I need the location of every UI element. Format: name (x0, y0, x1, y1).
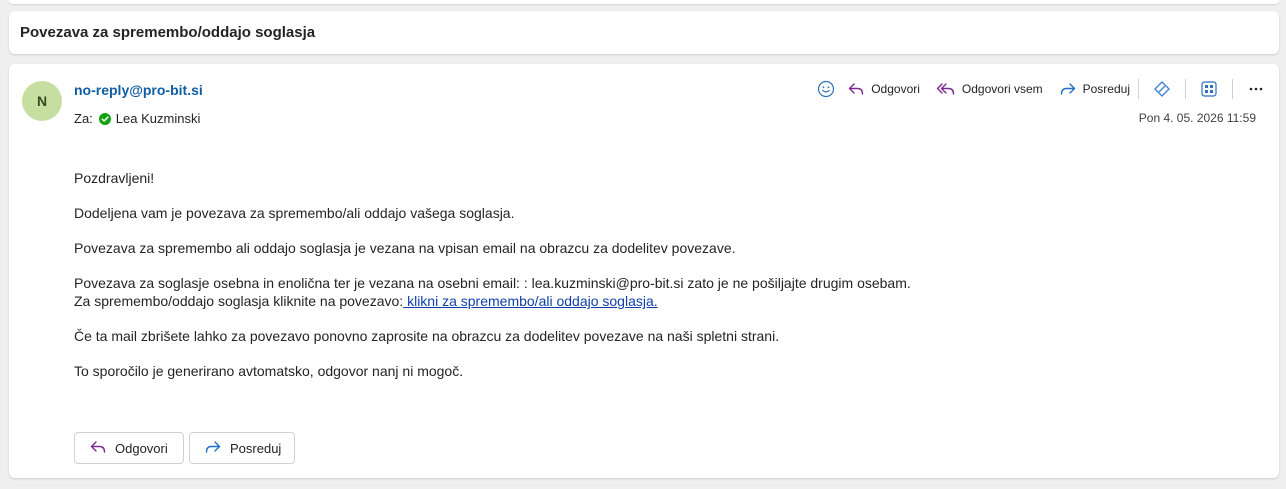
presence-available-icon (98, 112, 111, 125)
consent-link[interactable]: klikni za spremembo/ali oddajo soglasja. (403, 293, 658, 309)
bottom-reply-button[interactable]: Odgovori (74, 432, 184, 464)
body-paragraph-2: Povezava za spremembo ali oddajo soglasj… (74, 240, 736, 256)
forward-icon (204, 439, 222, 458)
more-actions-button[interactable] (1247, 80, 1265, 98)
body-paragraph-3: Povezava za soglasje osebna in enolična … (74, 274, 1224, 310)
body-paragraph-4: Če ta mail zbrišete lahko za povezavo po… (74, 328, 780, 344)
previous-message-strip (9, 0, 1279, 4)
reply-icon (89, 439, 107, 458)
emoji-reaction-button[interactable] (817, 80, 835, 98)
message-timestamp: Pon 4. 05. 2026 11:59 (1138, 111, 1256, 125)
sender-avatar[interactable]: N (22, 81, 62, 121)
apps-icon (1200, 80, 1218, 98)
forward-label: Posreduj (1082, 82, 1130, 96)
to-label: Za: (74, 111, 93, 126)
forward-icon (1059, 81, 1077, 97)
bottom-forward-label: Posreduj (230, 440, 282, 456)
subject-title: Povezava za spremembo/oddajo soglasja (20, 24, 316, 41)
recipient-name[interactable]: Lea Kuzminski (116, 111, 201, 126)
recipient-line: Za: Lea Kuzminski (74, 111, 200, 126)
bottom-reply-label: Odgovori (115, 440, 168, 456)
apps-button[interactable] (1200, 80, 1218, 98)
bottom-forward-button[interactable]: Posreduj (189, 432, 295, 464)
reply-button[interactable]: Odgovori (847, 81, 920, 97)
copilot-button[interactable] (1153, 80, 1171, 98)
body-paragraph-1: Dodeljena vam je povezava za spremembo/a… (74, 205, 515, 221)
message-toolbar: Odgovori Odgovori vsem Posreduj (817, 78, 1265, 100)
reply-all-label: Odgovori vsem (961, 82, 1043, 96)
reply-all-icon (936, 81, 956, 97)
toolbar-divider-2 (1185, 79, 1186, 99)
emoji-icon (817, 80, 835, 98)
bottom-actions: Odgovori Posreduj (74, 432, 300, 464)
body-paragraph-5: To sporočilo je generirano avtomatsko, o… (74, 363, 464, 379)
subject-header: Povezava za spremembo/oddajo soglasja (9, 11, 1279, 54)
avatar-initial: N (36, 93, 48, 109)
copilot-icon (1153, 80, 1171, 98)
reply-icon (847, 81, 865, 97)
body-paragraph-3-line-2: Za spremembo/oddajo soglasja kliknite na… (74, 293, 404, 309)
more-icon (1247, 80, 1265, 98)
toolbar-divider-3 (1232, 79, 1233, 99)
message-card: N no-reply@pro-bit.si Za: Lea Kuzminski (9, 64, 1279, 478)
sender-address[interactable]: no-reply@pro-bit.si (74, 82, 203, 98)
reply-label: Odgovori (871, 82, 920, 96)
greeting-paragraph: Pozdravljeni! (74, 170, 155, 186)
forward-button[interactable]: Posreduj (1059, 81, 1130, 97)
message-body: Pozdravljeni! Dodeljena vam je povezava … (74, 169, 1224, 397)
toolbar-divider (1138, 79, 1139, 99)
body-paragraph-3-line-1: Povezava za soglasje osebna in enolična … (74, 275, 911, 291)
reply-all-button[interactable]: Odgovori vsem (936, 81, 1043, 97)
